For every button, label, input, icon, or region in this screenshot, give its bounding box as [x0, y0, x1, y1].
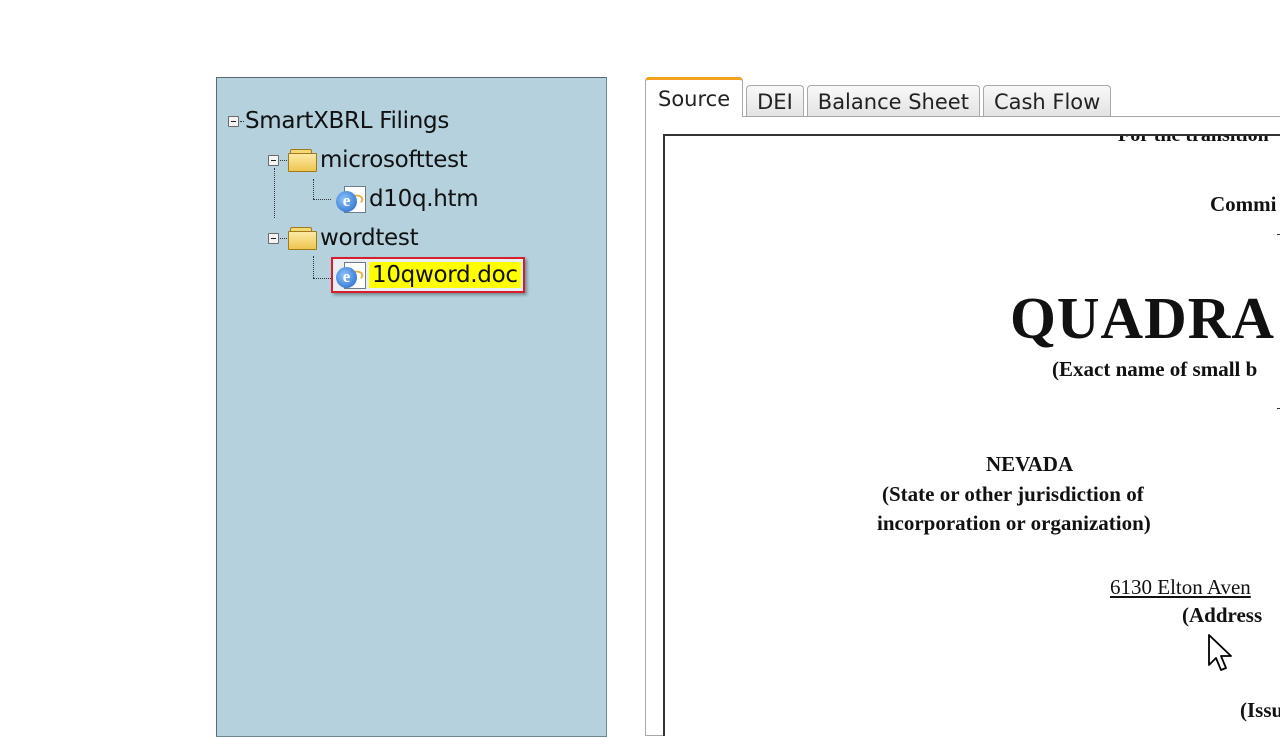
folder-label: microsofttest — [320, 147, 468, 173]
tree-root[interactable]: SmartXBRL Filings — [228, 106, 449, 136]
internet-explorer-icon: e — [332, 185, 366, 215]
doc-issuer-caption: (Issu — [1240, 698, 1280, 722]
tree-folder-microsofttest[interactable]: microsofttest — [268, 145, 468, 175]
document-preview[interactable]: For the transition Commi QUADRA (Exact n… — [663, 134, 1280, 736]
tab-source[interactable]: Source — [645, 77, 744, 117]
tree-connector — [313, 179, 314, 199]
mouse-cursor-icon — [1208, 634, 1232, 671]
tree-connector — [313, 199, 331, 200]
tab-dei[interactable]: DEI — [746, 85, 804, 117]
doc-address: 6130 Elton Aven — [1110, 575, 1251, 599]
doc-state-caption-line2: incorporation or organization) — [877, 511, 1151, 535]
tree-file-10qword[interactable]: e 10qword.doc — [331, 250, 525, 300]
doc-commission-text: Commi — [1210, 192, 1277, 216]
doc-address-caption: (Address — [1182, 603, 1263, 627]
internet-explorer-icon: e — [332, 261, 366, 291]
tree-folder-wordtest[interactable]: wordtest — [268, 223, 419, 253]
folder-icon — [288, 149, 317, 172]
doc-state: NEVADA — [986, 452, 1074, 476]
tab-cash-flow[interactable]: Cash Flow — [982, 85, 1112, 117]
tree-connector — [313, 256, 314, 278]
collapse-toggle-icon[interactable] — [228, 115, 239, 127]
tab-balance-sheet[interactable]: Balance Sheet — [806, 85, 980, 117]
tree-root-label: SmartXBRL Filings — [245, 108, 450, 134]
selected-file-highlight[interactable]: e 10qword.doc — [331, 257, 525, 293]
doc-company-name: QUADRA — [1010, 285, 1275, 351]
collapse-toggle-icon[interactable] — [268, 154, 279, 166]
tab-bar: Source DEI Balance Sheet Cash Flow — [645, 77, 1114, 117]
file-tree-panel: SmartXBRL Filings microsofttest e d10q.h… — [216, 77, 607, 737]
tree-file-d10q[interactable]: e d10q.htm — [332, 184, 479, 215]
tree-dash — [280, 237, 287, 239]
folder-label: wordtest — [320, 225, 419, 251]
tree-connector — [274, 168, 275, 218]
doc-state-caption-line1: (State or other jurisdiction of — [882, 482, 1144, 506]
tree-dash — [240, 120, 244, 122]
doc-transition-text: For the transition — [1118, 134, 1269, 146]
file-label: d10q.htm — [369, 186, 479, 212]
doc-exact-name-caption: (Exact name of small b — [1052, 357, 1258, 381]
collapse-toggle-icon[interactable] — [268, 232, 279, 244]
folder-icon — [288, 227, 317, 250]
tree-dash — [280, 159, 287, 161]
tree-connector — [313, 278, 331, 279]
file-label: 10qword.doc — [369, 262, 521, 288]
